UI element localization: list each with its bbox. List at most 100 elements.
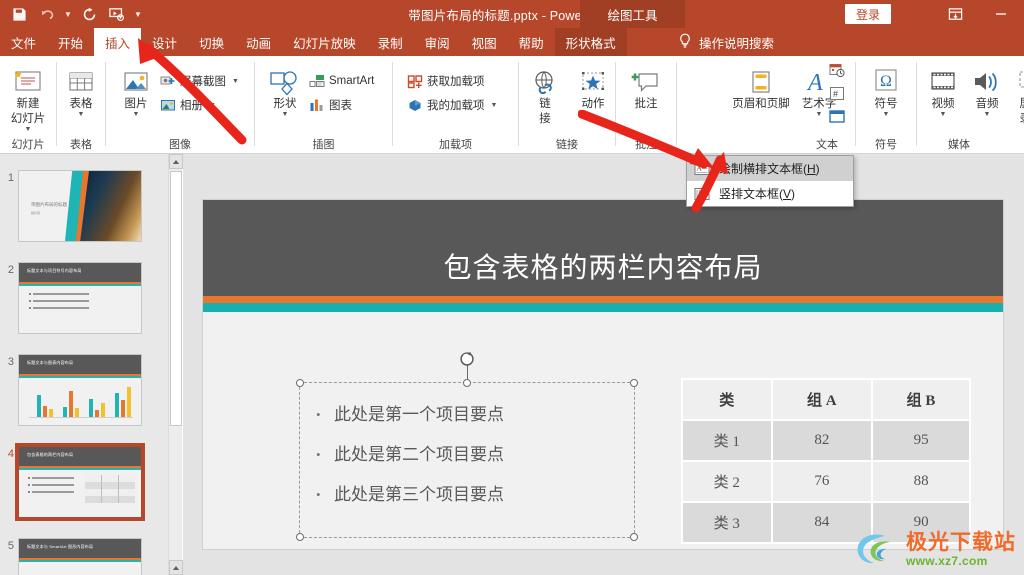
my-addins-dropdown-icon[interactable]: ▼ <box>491 102 498 109</box>
redo-icon[interactable] <box>76 2 102 26</box>
thumbnail-item-5[interactable]: 5 标题文本与 SmartArt 图形内容布局 <box>0 538 168 575</box>
table-cell[interactable]: 类 2 <box>683 462 771 501</box>
table-cell[interactable]: 类 3 <box>683 503 771 542</box>
table-dropdown-icon[interactable]: ▼ <box>55 111 107 119</box>
chart-label: 图表 <box>329 100 352 112</box>
thumbnail-item-4[interactable]: 4 包含表格的两栏内容布局 <box>0 443 168 521</box>
table-cell[interactable]: 88 <box>873 462 969 501</box>
rotate-handle-icon[interactable] <box>459 351 475 367</box>
bullet-item-2[interactable]: 此处是第二个项目要点 <box>314 435 634 475</box>
slide-table[interactable]: 类 组 A 组 B 类 1 82 95 类 2 76 88 类 3 84 90 <box>681 378 971 544</box>
resize-handle-tl[interactable] <box>296 379 304 387</box>
header-footer-button[interactable]: 页眉和页脚 <box>730 62 792 111</box>
bullet-item-1[interactable]: 此处是第一个项目要点 <box>314 395 634 435</box>
thumbnail-preview-3[interactable]: 标题文本与图表内容布局 <box>18 354 142 426</box>
thumbnail-number-3: 3 <box>7 356 14 368</box>
resize-handle-tc[interactable] <box>463 379 471 387</box>
date-time-button[interactable] <box>829 62 845 78</box>
tab-help[interactable]: 帮助 <box>508 28 555 56</box>
watermark-text: 极光下载站 www.xz7.com <box>906 532 1016 567</box>
resize-handle-tr[interactable] <box>630 379 638 387</box>
pictures-dropdown-icon[interactable]: ▼ <box>110 111 162 119</box>
tab-review[interactable]: 审阅 <box>414 28 461 56</box>
customize-qat-icon[interactable]: ▼ <box>132 2 144 26</box>
thumbnail-preview-1[interactable]: 带图片布局的标题 副标题 <box>18 170 142 242</box>
shapes-dropdown-icon[interactable]: ▼ <box>259 111 311 119</box>
bullet-item-3[interactable]: 此处是第三个项目要点 <box>314 475 634 515</box>
table-cell[interactable]: 82 <box>772 421 872 460</box>
tell-me-search[interactable]: 操作说明搜索 <box>678 28 774 56</box>
undo-icon[interactable] <box>34 2 60 26</box>
slide-number-button[interactable]: # <box>829 85 845 101</box>
new-slide-button[interactable]: 新建 幻灯片 ▼ <box>2 62 54 134</box>
thumbnail-scrollbar[interactable] <box>168 154 183 575</box>
tab-record[interactable]: 录制 <box>367 28 414 56</box>
shapes-button[interactable]: 形状 ▼ <box>259 62 311 119</box>
tab-animations[interactable]: 动画 <box>235 28 282 56</box>
pictures-button[interactable]: 图片 ▼ <box>110 62 162 119</box>
tab-slideshow[interactable]: 幻灯片放映 <box>282 28 367 56</box>
minimize-icon[interactable] <box>978 0 1024 28</box>
link-button[interactable]: 链 接 <box>519 62 571 126</box>
screen-recording-button[interactable]: 屏幕 录制 <box>1005 62 1024 126</box>
save-icon[interactable] <box>6 2 32 26</box>
table-cell[interactable]: 76 <box>772 462 872 501</box>
table-cell[interactable]: 95 <box>873 421 969 460</box>
table-row[interactable]: 类 2 76 88 <box>683 462 969 501</box>
thumbnail-preview-4[interactable]: 包含表格的两栏内容布局 <box>15 443 145 521</box>
tab-transitions[interactable]: 切换 <box>188 28 235 56</box>
comment-button[interactable]: 批注 <box>620 62 672 111</box>
table-row[interactable]: 类 1 82 95 <box>683 421 969 460</box>
chart-button[interactable]: 图表 <box>309 97 352 113</box>
photo-album-button[interactable]: 相册 ▼ <box>160 97 216 113</box>
thumbnail-preview-2[interactable]: 标题文本与项目符号内容布局 <box>18 262 142 334</box>
slide-thumbnail-pane[interactable]: 1 带图片布局的标题 副标题 2 标题文本与项目符号内容布局 3 标题文本与图表… <box>0 154 168 575</box>
group-label-addins: 加载项 <box>439 139 472 151</box>
new-slide-dropdown-icon[interactable]: ▼ <box>2 126 54 134</box>
get-addins-button[interactable]: 获取加载项 <box>407 73 485 89</box>
thumbnail-item-2[interactable]: 2 标题文本与项目符号内容布局 <box>0 262 168 334</box>
undo-dropdown-icon[interactable]: ▼ <box>62 2 74 26</box>
tab-shape-format[interactable]: 形状格式 <box>554 28 627 56</box>
bullet-list[interactable]: 此处是第一个项目要点 此处是第二个项目要点 此处是第三个项目要点 <box>300 383 634 515</box>
table-cell[interactable]: 类 1 <box>683 421 771 460</box>
tab-view[interactable]: 视图 <box>461 28 508 56</box>
menu-item-vertical-text-box[interactable]: A 竖排文本框(V) <box>687 181 853 206</box>
smartart-button[interactable]: SmartArt <box>309 73 374 89</box>
picture-icon <box>110 62 162 96</box>
comment-label: 批注 <box>634 98 658 110</box>
object-button[interactable] <box>829 108 845 124</box>
symbol-dropdown-icon[interactable]: ▼ <box>860 111 912 119</box>
resize-handle-br[interactable] <box>630 533 638 541</box>
menu-item-horizontal-text-box[interactable]: A 绘制横排文本框(H) <box>687 156 853 181</box>
slide-canvas[interactable]: 包含表格的两栏内容布局 此处是第一个项目要点 此处是第二个项目要点 此处是第三个… <box>183 154 1024 575</box>
photo-album-dropdown-icon[interactable]: ▼ <box>209 102 216 109</box>
slide-title[interactable]: 包含表格的两栏内容布局 <box>203 246 1003 286</box>
teal-rule <box>19 376 141 378</box>
link-icon <box>519 62 571 96</box>
current-slide[interactable]: 包含表格的两栏内容布局 此处是第一个项目要点 此处是第二个项目要点 此处是第三个… <box>203 200 1003 549</box>
screenshot-dropdown-icon[interactable]: ▼ <box>232 78 239 85</box>
resize-handle-bl[interactable] <box>296 533 304 541</box>
thumbnail-title-3: 标题文本与图表内容布局 <box>27 360 74 365</box>
content-placeholder[interactable]: 此处是第一个项目要点 此处是第二个项目要点 此处是第三个项目要点 <box>296 351 638 541</box>
ribbon-display-options-icon[interactable] <box>932 0 978 28</box>
thumbnail-item-3[interactable]: 3 标题文本与图表内容布局 <box>0 354 168 426</box>
scrollbar-thumb[interactable] <box>170 171 182 426</box>
link-label-2: 接 <box>539 113 551 125</box>
tab-home[interactable]: 开始 <box>47 28 94 56</box>
start-slideshow-icon[interactable] <box>104 2 130 26</box>
scroll-down-icon[interactable] <box>169 560 183 575</box>
symbol-button[interactable]: Ω 符号 ▼ <box>860 62 912 119</box>
scroll-up-icon[interactable] <box>169 154 183 169</box>
action-button[interactable]: 动作 <box>567 62 619 111</box>
screenshot-button[interactable]: 屏幕截图 ▼ <box>160 73 239 89</box>
tab-design[interactable]: 设计 <box>141 28 188 56</box>
tab-file[interactable]: 文件 <box>0 28 47 56</box>
my-addins-button[interactable]: 我的加载项 ▼ <box>407 97 497 113</box>
thumbnail-preview-5[interactable]: 标题文本与 SmartArt 图形内容布局 <box>18 538 142 575</box>
tab-insert[interactable]: 插入 <box>94 28 142 56</box>
sign-in-button[interactable]: 登录 <box>844 4 891 24</box>
thumbnail-item-1[interactable]: 1 带图片布局的标题 副标题 <box>0 170 168 242</box>
table-button[interactable]: 表格 ▼ <box>55 62 107 119</box>
